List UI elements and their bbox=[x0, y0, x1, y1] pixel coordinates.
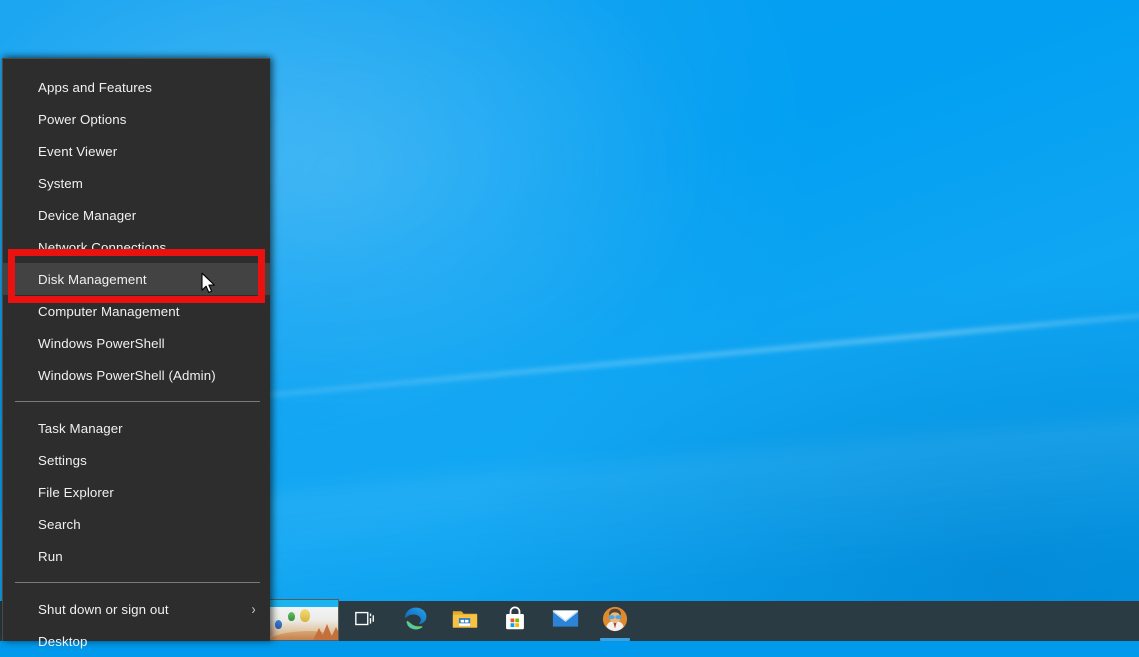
menu-item-network-connections[interactable]: Network Connections bbox=[3, 231, 270, 263]
menu-item-label: Task Manager bbox=[38, 421, 258, 436]
envelope-icon bbox=[552, 608, 579, 634]
winx-context-menu[interactable]: Apps and Features Power Options Event Vi… bbox=[2, 58, 270, 641]
mouse-cursor bbox=[201, 272, 217, 296]
taskbar-button-task-view[interactable] bbox=[340, 601, 390, 641]
folder-icon bbox=[452, 607, 478, 636]
menu-item-event-viewer[interactable]: Event Viewer bbox=[3, 135, 270, 167]
menu-item-label: Settings bbox=[38, 453, 258, 468]
taskbar-button-mail[interactable] bbox=[540, 601, 590, 641]
edge-icon bbox=[403, 606, 428, 636]
menu-item-label: Desktop bbox=[38, 634, 258, 649]
menu-item-label: Disk Management bbox=[38, 272, 258, 287]
menu-item-apps-and-features[interactable]: Apps and Features bbox=[3, 71, 270, 103]
menu-item-label: Windows PowerShell (Admin) bbox=[38, 368, 258, 383]
task-view-icon bbox=[354, 608, 376, 635]
menu-item-power-options[interactable]: Power Options bbox=[3, 103, 270, 135]
balloon-yellow bbox=[300, 609, 310, 622]
menu-item-device-manager[interactable]: Device Manager bbox=[3, 199, 270, 231]
balloon-blue bbox=[275, 620, 282, 629]
chevron-right-icon: › bbox=[251, 602, 255, 617]
menu-item-label: Power Options bbox=[38, 112, 258, 127]
menu-item-label: Computer Management bbox=[38, 304, 258, 319]
menu-item-task-manager[interactable]: Task Manager bbox=[3, 412, 270, 444]
rock-peak-3 bbox=[329, 627, 338, 641]
menu-item-desktop[interactable]: Desktop bbox=[3, 625, 270, 657]
menu-item-label: File Explorer bbox=[38, 485, 258, 500]
menu-item-search[interactable]: Search bbox=[3, 508, 270, 540]
menu-item-shut-down-or-sign-out[interactable]: Shut down or sign out › bbox=[3, 593, 270, 625]
thumbnail-sky-strip bbox=[268, 600, 338, 607]
taskbar-button-group bbox=[340, 601, 640, 641]
taskbar-button-file-explorer[interactable] bbox=[440, 601, 490, 641]
menu-item-label: Shut down or sign out bbox=[38, 602, 251, 617]
avatar-person-icon bbox=[602, 606, 628, 637]
menu-item-disk-management[interactable]: Disk Management bbox=[3, 263, 270, 295]
thumbnail-photo bbox=[268, 607, 338, 641]
menu-item-windows-powershell[interactable]: Windows PowerShell bbox=[3, 327, 270, 359]
menu-separator-1 bbox=[15, 401, 260, 402]
menu-item-settings[interactable]: Settings bbox=[3, 444, 270, 476]
menu-separator-2 bbox=[15, 582, 260, 583]
balloon-green bbox=[288, 612, 295, 621]
menu-item-label: System bbox=[38, 176, 258, 191]
menu-item-run[interactable]: Run bbox=[3, 540, 270, 572]
menu-item-label: Device Manager bbox=[38, 208, 258, 223]
taskbar-button-microsoft-store[interactable] bbox=[490, 601, 540, 641]
taskbar-button-photos-app[interactable] bbox=[590, 601, 640, 641]
menu-item-label: Event Viewer bbox=[38, 144, 258, 159]
menu-item-label: Windows PowerShell bbox=[38, 336, 258, 351]
taskbar-button-microsoft-edge[interactable] bbox=[390, 601, 440, 641]
menu-item-file-explorer[interactable]: File Explorer bbox=[3, 476, 270, 508]
menu-item-label: Run bbox=[38, 549, 258, 564]
menu-item-system[interactable]: System bbox=[3, 167, 270, 199]
menu-item-label: Apps and Features bbox=[38, 80, 258, 95]
menu-item-windows-powershell-admin[interactable]: Windows PowerShell (Admin) bbox=[3, 359, 270, 391]
menu-item-label: Network Connections bbox=[38, 240, 258, 255]
menu-item-label: Search bbox=[38, 517, 258, 532]
photos-thumbnail-preview[interactable] bbox=[267, 599, 339, 641]
store-bag-icon bbox=[503, 606, 527, 636]
menu-item-computer-management[interactable]: Computer Management bbox=[3, 295, 270, 327]
